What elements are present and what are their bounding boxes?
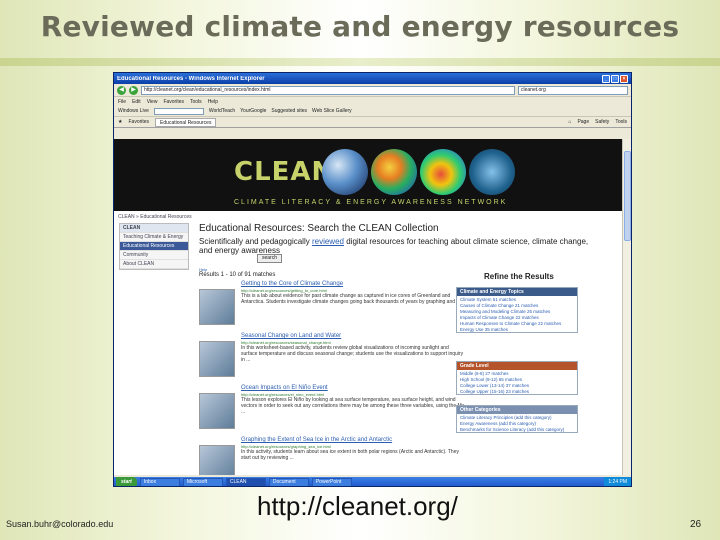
result-item: Seasonal Change on Land and Water http:/… <box>199 333 469 385</box>
tab-educational-resources[interactable]: Educational Resources <box>155 117 217 127</box>
taskbar-item[interactable]: PowerPoint <box>311 478 352 486</box>
home-icon[interactable]: ⌂ <box>568 119 571 125</box>
windows-taskbar: start Inbox Microsoft CLEAN Document Pow… <box>114 477 631 486</box>
globe-image <box>322 149 368 195</box>
taskbar-item[interactable]: CLEAN <box>225 478 266 486</box>
facet-link[interactable]: Benchmarks for Science Literacy (add thi… <box>457 426 577 432</box>
taskbar-item[interactable]: Microsoft <box>182 478 223 486</box>
window-title: Educational Resources - Windows Internet… <box>117 75 265 82</box>
result-thumbnail[interactable] <box>199 445 235 475</box>
leftnav-item-about[interactable]: About CLEAN <box>120 260 188 269</box>
link-suggested-sites[interactable]: Suggested sites <box>271 108 307 114</box>
refine-panel-topics: Climate and Energy Topics Climate System… <box>456 287 578 333</box>
refine-panel-other: Other Categories Climate Literacy Princi… <box>456 405 578 433</box>
link-windows-live[interactable]: Windows Live <box>118 108 149 114</box>
leftnav-item-teaching[interactable]: Teaching Climate & Energy <box>120 233 188 242</box>
leftnav-item-educational-resources[interactable]: Educational Resources <box>120 242 188 251</box>
command-tools[interactable]: Tools <box>615 119 627 125</box>
command-safety[interactable]: Safety <box>595 119 609 125</box>
title-divider <box>0 58 720 66</box>
footer-url[interactable]: http://cleanet.org/ <box>257 491 458 522</box>
search-input[interactable]: cleanet.org <box>518 85 628 95</box>
result-title[interactable]: Ocean Impacts on El Niño Event <box>241 385 328 391</box>
result-title[interactable]: Graphing the Extent of Sea Ice in the Ar… <box>241 437 392 443</box>
refine-panel-grade: Grade Level Middle (6-8) 27 matches High… <box>456 361 578 395</box>
panel-header: Grade Level <box>457 362 577 370</box>
panel-header: Climate and Energy Topics <box>457 288 577 296</box>
menu-help[interactable]: Help <box>208 99 218 105</box>
menu-edit[interactable]: Edit <box>132 99 141 105</box>
link-yourgoogle[interactable]: YourGoogle <box>240 108 266 114</box>
menu-file[interactable]: File <box>118 99 126 105</box>
back-icon[interactable]: ◀ <box>117 85 126 95</box>
link-web-slice[interactable]: Web Slice Gallery <box>312 108 352 114</box>
minimize-icon[interactable]: _ <box>602 74 610 83</box>
favorites-bar: ★ Favorites Educational Resources ⌂ Page… <box>114 117 631 128</box>
links-bar: Windows Live WorldTeach YourGoogle Sugge… <box>114 106 631 117</box>
menu-tools[interactable]: Tools <box>190 99 202 105</box>
close-icon[interactable]: × <box>620 74 628 83</box>
banner-tagline: CLIMATE LITERACY & ENERGY AWARENESS NETW… <box>234 199 508 206</box>
page-heading: Educational Resources: Search the CLEAN … <box>199 223 439 234</box>
results-count: Results 1 - 10 of 91 matches <box>199 272 276 278</box>
vertical-scrollbar[interactable] <box>622 139 631 475</box>
maximize-icon[interactable]: □ <box>611 74 619 83</box>
forward-icon[interactable]: ▶ <box>129 85 138 95</box>
search-button[interactable]: search <box>257 254 282 263</box>
link-worldteach[interactable]: WorldTeach <box>209 108 235 114</box>
clean-logo[interactable]: CLEAN <box>234 157 334 187</box>
start-button[interactable]: start <box>116 477 137 486</box>
breadcrumb[interactable]: CLEAN » Educational Resources <box>118 214 192 220</box>
clean-banner: CLEAN CLIMATE LITERACY & ENERGY AWARENES… <box>114 139 622 211</box>
page-subheading: Scientifically and pedagogically reviewe… <box>199 237 589 255</box>
result-thumbnail[interactable] <box>199 341 235 377</box>
left-nav: CLEAN Teaching Climate & Energy Educatio… <box>119 223 189 270</box>
panel-header: Other Categories <box>457 406 577 414</box>
result-description: This lesson explores El Niño by looking … <box>241 397 465 415</box>
favorites-button[interactable]: Favorites <box>128 119 149 125</box>
taskbar-item[interactable]: Inbox <box>139 478 180 486</box>
url-field[interactable]: http://cleanet.org/clean/educational_res… <box>141 85 515 95</box>
reviewed-link[interactable]: reviewed <box>312 237 344 246</box>
facet-link[interactable]: College Upper (15-16) 23 matches <box>457 388 577 394</box>
facet-link[interactable]: Human Responses to Climate Change 22 mat… <box>457 320 577 326</box>
window-titlebar[interactable]: Educational Resources - Windows Internet… <box>114 73 631 84</box>
facet-link[interactable]: Energy Use 35 matches <box>457 326 577 332</box>
browser-window: Educational Resources - Windows Internet… <box>113 72 632 487</box>
globe-image <box>420 149 466 195</box>
footer-email: Susan.buhr@colorado.edu <box>6 519 114 529</box>
leftnav-item-community[interactable]: Community <box>120 251 188 260</box>
menu-bar: File Edit View Favorites Tools Help <box>114 97 631 106</box>
globe-image <box>371 149 417 195</box>
result-item: Ocean Impacts on El Niño Event http://cl… <box>199 385 469 437</box>
menu-view[interactable]: View <box>147 99 158 105</box>
result-description: In this worksheet-based activity, studen… <box>241 345 464 363</box>
scrollbar-thumb[interactable] <box>624 151 631 241</box>
menu-favorites[interactable]: Favorites <box>163 99 184 105</box>
slide-number: 26 <box>690 519 702 530</box>
leftnav-item-clean[interactable]: CLEAN <box>120 224 188 233</box>
links-search-input[interactable] <box>153 107 204 115</box>
result-item: Getting to the Core of Climate Change ht… <box>199 281 469 333</box>
result-title[interactable]: Seasonal Change on Land and Water <box>241 333 341 339</box>
slide-title: Reviewed climate and energy resources <box>40 10 680 43</box>
result-thumbnail[interactable] <box>199 393 235 429</box>
favorites-star-icon[interactable]: ★ <box>118 119 122 125</box>
globe-image <box>469 149 515 195</box>
taskbar-item[interactable]: Document <box>268 478 309 486</box>
result-description: In this activity, students learn about s… <box>241 449 459 461</box>
result-item: Graphing the Extent of Sea Ice in the Ar… <box>199 437 469 475</box>
refine-title: Refine the Results <box>484 272 554 281</box>
address-bar: ◀ ▶ http://cleanet.org/clean/educational… <box>114 84 631 97</box>
system-tray-clock[interactable]: 1:24 PM <box>604 477 631 486</box>
command-page[interactable]: Page <box>577 119 589 125</box>
result-title[interactable]: Getting to the Core of Climate Change <box>241 281 343 287</box>
page-viewport: CLEAN CLIMATE LITERACY & ENERGY AWARENES… <box>114 139 622 475</box>
result-thumbnail[interactable] <box>199 289 235 325</box>
result-description: This is a lab about evidence for past cl… <box>241 293 461 305</box>
